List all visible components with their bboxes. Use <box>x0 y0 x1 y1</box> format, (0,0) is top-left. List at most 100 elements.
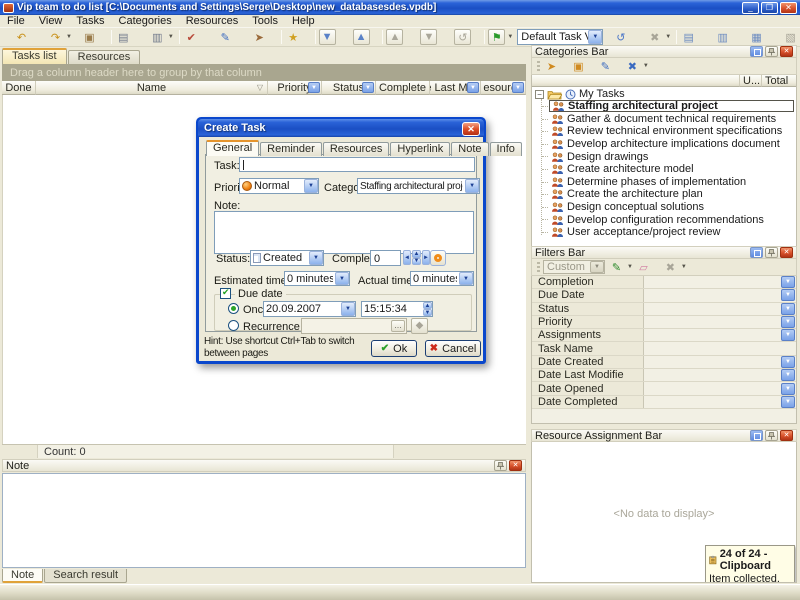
dropdown-caret-icon[interactable]: ▼ <box>507 34 513 40</box>
note-bar-toggle-icon[interactable]: ▧ <box>782 29 799 45</box>
complete-task-icon[interactable]: ✔ <box>183 29 200 45</box>
undo-icon[interactable]: ↶ <box>13 29 30 45</box>
close-icon[interactable]: ✕ <box>780 247 793 258</box>
paste-icon[interactable]: ▣ <box>81 29 98 45</box>
menu-item[interactable]: Tasks <box>69 15 111 28</box>
menu-item[interactable]: Help <box>285 15 322 28</box>
task-tree-icon[interactable]: ⚑ <box>488 29 505 45</box>
expand-all-icon[interactable]: ▼ <box>420 29 437 45</box>
redo-icon[interactable]: ↷ <box>47 29 64 45</box>
filter-value-cell[interactable] <box>644 303 780 315</box>
dialog-tab[interactable]: Reminder <box>260 142 322 156</box>
recurrence-field[interactable]: … <box>301 318 407 334</box>
edit-category-icon[interactable]: ✎ <box>597 58 614 74</box>
delete-category-icon[interactable]: ✖ <box>624 58 641 74</box>
filter-value-cell[interactable] <box>644 356 780 368</box>
filter-dropdown-icon[interactable]: ▼ <box>781 329 795 341</box>
move-up-icon[interactable]: ▲ <box>353 29 370 45</box>
pin-icon[interactable] <box>765 430 778 441</box>
dialog-tab[interactable]: Info <box>490 142 522 156</box>
filter-value-cell[interactable] <box>644 316 780 328</box>
task-input[interactable] <box>239 157 475 172</box>
category-tree-item[interactable]: Create the architecture plan <box>532 188 796 201</box>
category-tree-item[interactable]: User acceptance/project review <box>532 226 796 239</box>
chevron-down-icon[interactable]: ▼ <box>590 261 604 273</box>
filter-value-cell[interactable] <box>644 276 780 288</box>
filter-dropdown-icon[interactable]: ▼ <box>781 303 795 315</box>
maximize-panel-icon[interactable] <box>750 46 763 57</box>
dialog-tab[interactable]: Note <box>451 142 488 156</box>
chevron-down-icon[interactable]: ▼ <box>304 179 318 193</box>
category-tree-item[interactable]: Create architecture model <box>532 163 796 176</box>
maximize-panel-icon[interactable] <box>750 247 763 258</box>
due-date-checkbox[interactable] <box>220 288 231 299</box>
key-icon[interactable]: ★ <box>285 29 302 45</box>
recurrence-diamond-button[interactable]: ◆ <box>411 318 428 334</box>
column-header[interactable]: Name ▽ ▼ <box>36 81 268 95</box>
category-tree-item[interactable]: Staffing architectural project <box>532 100 796 113</box>
minimize-button[interactable]: _ <box>742 2 759 14</box>
dropdown-caret-icon[interactable]: ▼ <box>643 63 649 69</box>
print-preview-icon[interactable]: ▥ <box>149 29 166 45</box>
due-time-spinner[interactable]: 15:15:34 ▲ ▼ <box>361 301 433 317</box>
column-header[interactable]: Complete ▽ ▼ <box>376 81 430 95</box>
filter-value-cell[interactable] <box>644 382 780 394</box>
categories-bar-toggle-icon[interactable]: ▤ <box>680 29 697 45</box>
filter-value-cell[interactable] <box>644 342 780 354</box>
dropdown-caret-icon[interactable]: ▼ <box>627 264 633 270</box>
new-category-icon[interactable]: ▣ <box>570 58 587 74</box>
filter-value-cell[interactable] <box>644 396 780 408</box>
menu-item[interactable]: Resources <box>179 15 246 28</box>
menu-item[interactable]: Categories <box>112 15 179 28</box>
resource-bar-toggle-icon[interactable]: ▦ <box>748 29 765 45</box>
column-header[interactable]: te Last Modifi ▽ ▼ <box>430 81 481 95</box>
filter-dropdown-icon[interactable]: ▼ <box>781 289 795 301</box>
close-icon[interactable]: ✕ <box>780 430 793 441</box>
once-radio[interactable] <box>228 303 239 314</box>
document-tab[interactable]: Tasks list <box>2 48 67 64</box>
print-icon[interactable]: ▤ <box>115 29 132 45</box>
move-down-icon[interactable]: ▼ <box>319 29 336 45</box>
menu-item[interactable]: File <box>0 15 32 28</box>
filter-dropdown-icon[interactable]: ▼ <box>362 82 374 93</box>
task-view-combobox[interactable]: Default Task V ▼ <box>517 29 603 45</box>
filter-dropdown-icon[interactable]: ▼ <box>781 316 795 328</box>
menu-item[interactable]: Tools <box>245 15 285 28</box>
column-header-total[interactable]: Total <box>762 75 796 87</box>
bottom-tab[interactable]: Note <box>2 569 43 583</box>
filter-dropdown-icon[interactable]: ▼ <box>781 276 795 288</box>
pin-icon[interactable] <box>765 247 778 258</box>
document-tab[interactable]: Resources <box>68 50 141 64</box>
filter-dropdown-icon[interactable]: ▼ <box>308 82 320 93</box>
ok-button[interactable]: ✔ Ok <box>371 340 417 357</box>
note-text-area[interactable] <box>2 473 526 568</box>
collapse-node-icon[interactable]: − <box>535 90 544 99</box>
spin-down-icon[interactable]: ▼ <box>423 309 432 316</box>
filter-dropdown-icon[interactable]: ▼ <box>512 82 524 93</box>
dialog-tab[interactable]: Hyperlink <box>390 142 450 156</box>
toolbar-grip[interactable] <box>537 61 540 71</box>
category-tree-item[interactable]: Develop architecture implications docume… <box>532 138 796 151</box>
chevron-down-icon[interactable]: ▼ <box>465 179 479 193</box>
chevron-down-icon[interactable]: ▼ <box>335 272 349 285</box>
menu-item[interactable]: View <box>32 15 70 28</box>
due-date-picker[interactable]: 20.09.2007 ▼ <box>263 301 356 317</box>
category-tree-item[interactable]: Gather & document technical requirements <box>532 113 796 126</box>
complete-wheel-button[interactable] <box>430 250 446 266</box>
filter-dropdown-icon[interactable]: ▼ <box>781 383 795 395</box>
spin-up-icon[interactable]: ▲ <box>423 302 432 309</box>
dropdown-caret-icon[interactable]: ▼ <box>66 34 72 40</box>
column-header[interactable] <box>532 75 740 87</box>
dialog-tab[interactable]: Resources <box>323 142 390 156</box>
delete-view-icon[interactable]: ✖ <box>646 29 663 45</box>
dropdown-caret-icon[interactable]: ▼ <box>681 264 687 270</box>
actual-time-combobox[interactable]: 0 minutes ▼ <box>410 271 474 286</box>
category-tree-item[interactable]: Review technical environment specificati… <box>532 125 796 138</box>
note-textarea[interactable] <box>214 211 474 254</box>
close-icon[interactable]: ✕ <box>780 46 793 57</box>
filter-dropdown-icon[interactable]: ▼ <box>781 369 795 381</box>
filter-dropdown-icon[interactable]: ▼ <box>467 82 479 93</box>
apply-view-icon[interactable]: ↺ <box>612 29 629 45</box>
dialog-tab[interactable]: General <box>206 140 259 156</box>
complete-input[interactable]: 0 <box>370 250 401 266</box>
